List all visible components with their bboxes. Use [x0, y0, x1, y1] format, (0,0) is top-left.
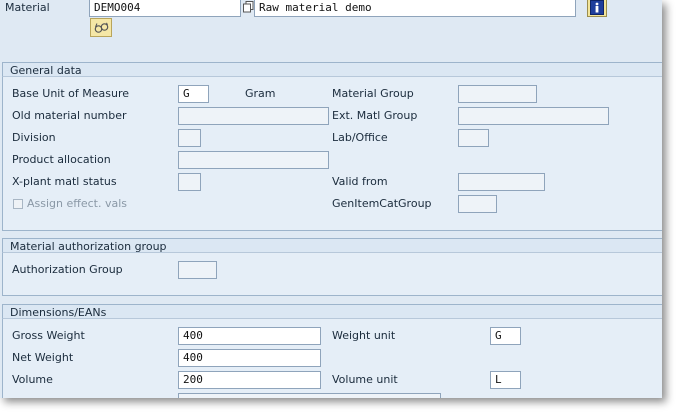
lab-office-field[interactable]: [458, 129, 489, 147]
base-uom-field[interactable]: G: [178, 85, 209, 103]
net-weight-field[interactable]: 400: [178, 349, 321, 367]
auth-group-title: Material authorization group: [10, 240, 167, 253]
ext-matl-group-label: Ext. Matl Group: [332, 109, 418, 122]
gen-item-cat-group-field[interactable]: [458, 195, 497, 213]
volume-unit-field[interactable]: L: [490, 371, 521, 389]
glasses-icon: [94, 22, 109, 37]
division-field[interactable]: [178, 129, 201, 147]
material-field[interactable]: DEMO004: [89, 0, 241, 17]
volume-unit-label: Volume unit: [332, 373, 398, 386]
weight-unit-label: Weight unit: [332, 329, 396, 342]
valid-from-label: Valid from: [332, 175, 388, 188]
material-description-field[interactable]: Raw material demo: [254, 0, 576, 17]
gross-weight-field[interactable]: 400: [178, 327, 321, 345]
base-uom-label: Base Unit of Measure: [12, 87, 130, 100]
material-screen: Material DEMO004 Raw material demo Gener…: [0, 0, 662, 398]
auth-group-header: Material authorization group: [2, 238, 662, 253]
material-group-label: Material Group: [332, 87, 414, 100]
general-data-title: General data: [10, 64, 82, 77]
assign-effect-vals-checkbox[interactable]: [13, 199, 23, 209]
xplant-status-label: X-plant matl status: [12, 175, 117, 188]
old-material-number-label: Old material number: [12, 109, 127, 122]
general-data-header: General data: [2, 62, 662, 77]
gen-item-cat-group-label: GenItemCatGroup: [332, 197, 432, 210]
valid-from-field[interactable]: [458, 173, 545, 191]
volume-field[interactable]: 200: [178, 371, 321, 389]
next-row-field[interactable]: [178, 393, 441, 398]
material-label: Material: [5, 1, 50, 14]
product-allocation-label: Product allocation: [12, 153, 111, 166]
material-group-field[interactable]: [458, 85, 537, 103]
display-toggle-button[interactable]: [90, 18, 112, 37]
xplant-status-field[interactable]: [178, 173, 201, 191]
copy-icon[interactable]: [243, 1, 254, 13]
authorization-group-label: Authorization Group: [12, 263, 123, 276]
gross-weight-label: Gross Weight: [12, 329, 85, 342]
info-icon: [590, 0, 604, 15]
volume-label: Volume: [12, 373, 53, 386]
net-weight-label: Net Weight: [12, 351, 74, 364]
assign-effect-vals-label: Assign effect. vals: [27, 197, 127, 210]
authorization-group-field[interactable]: [178, 261, 217, 279]
lab-office-label: Lab/Office: [332, 131, 388, 144]
dimensions-title: Dimensions/EANs: [10, 306, 107, 319]
old-material-number-field[interactable]: [178, 107, 329, 125]
ext-matl-group-field[interactable]: [458, 107, 609, 125]
base-uom-text: Gram: [245, 87, 276, 100]
info-button[interactable]: [587, 0, 607, 17]
product-allocation-field[interactable]: [178, 151, 329, 169]
division-label: Division: [12, 131, 56, 144]
weight-unit-field[interactable]: G: [490, 327, 521, 345]
dimensions-header: Dimensions/EANs: [2, 304, 662, 319]
